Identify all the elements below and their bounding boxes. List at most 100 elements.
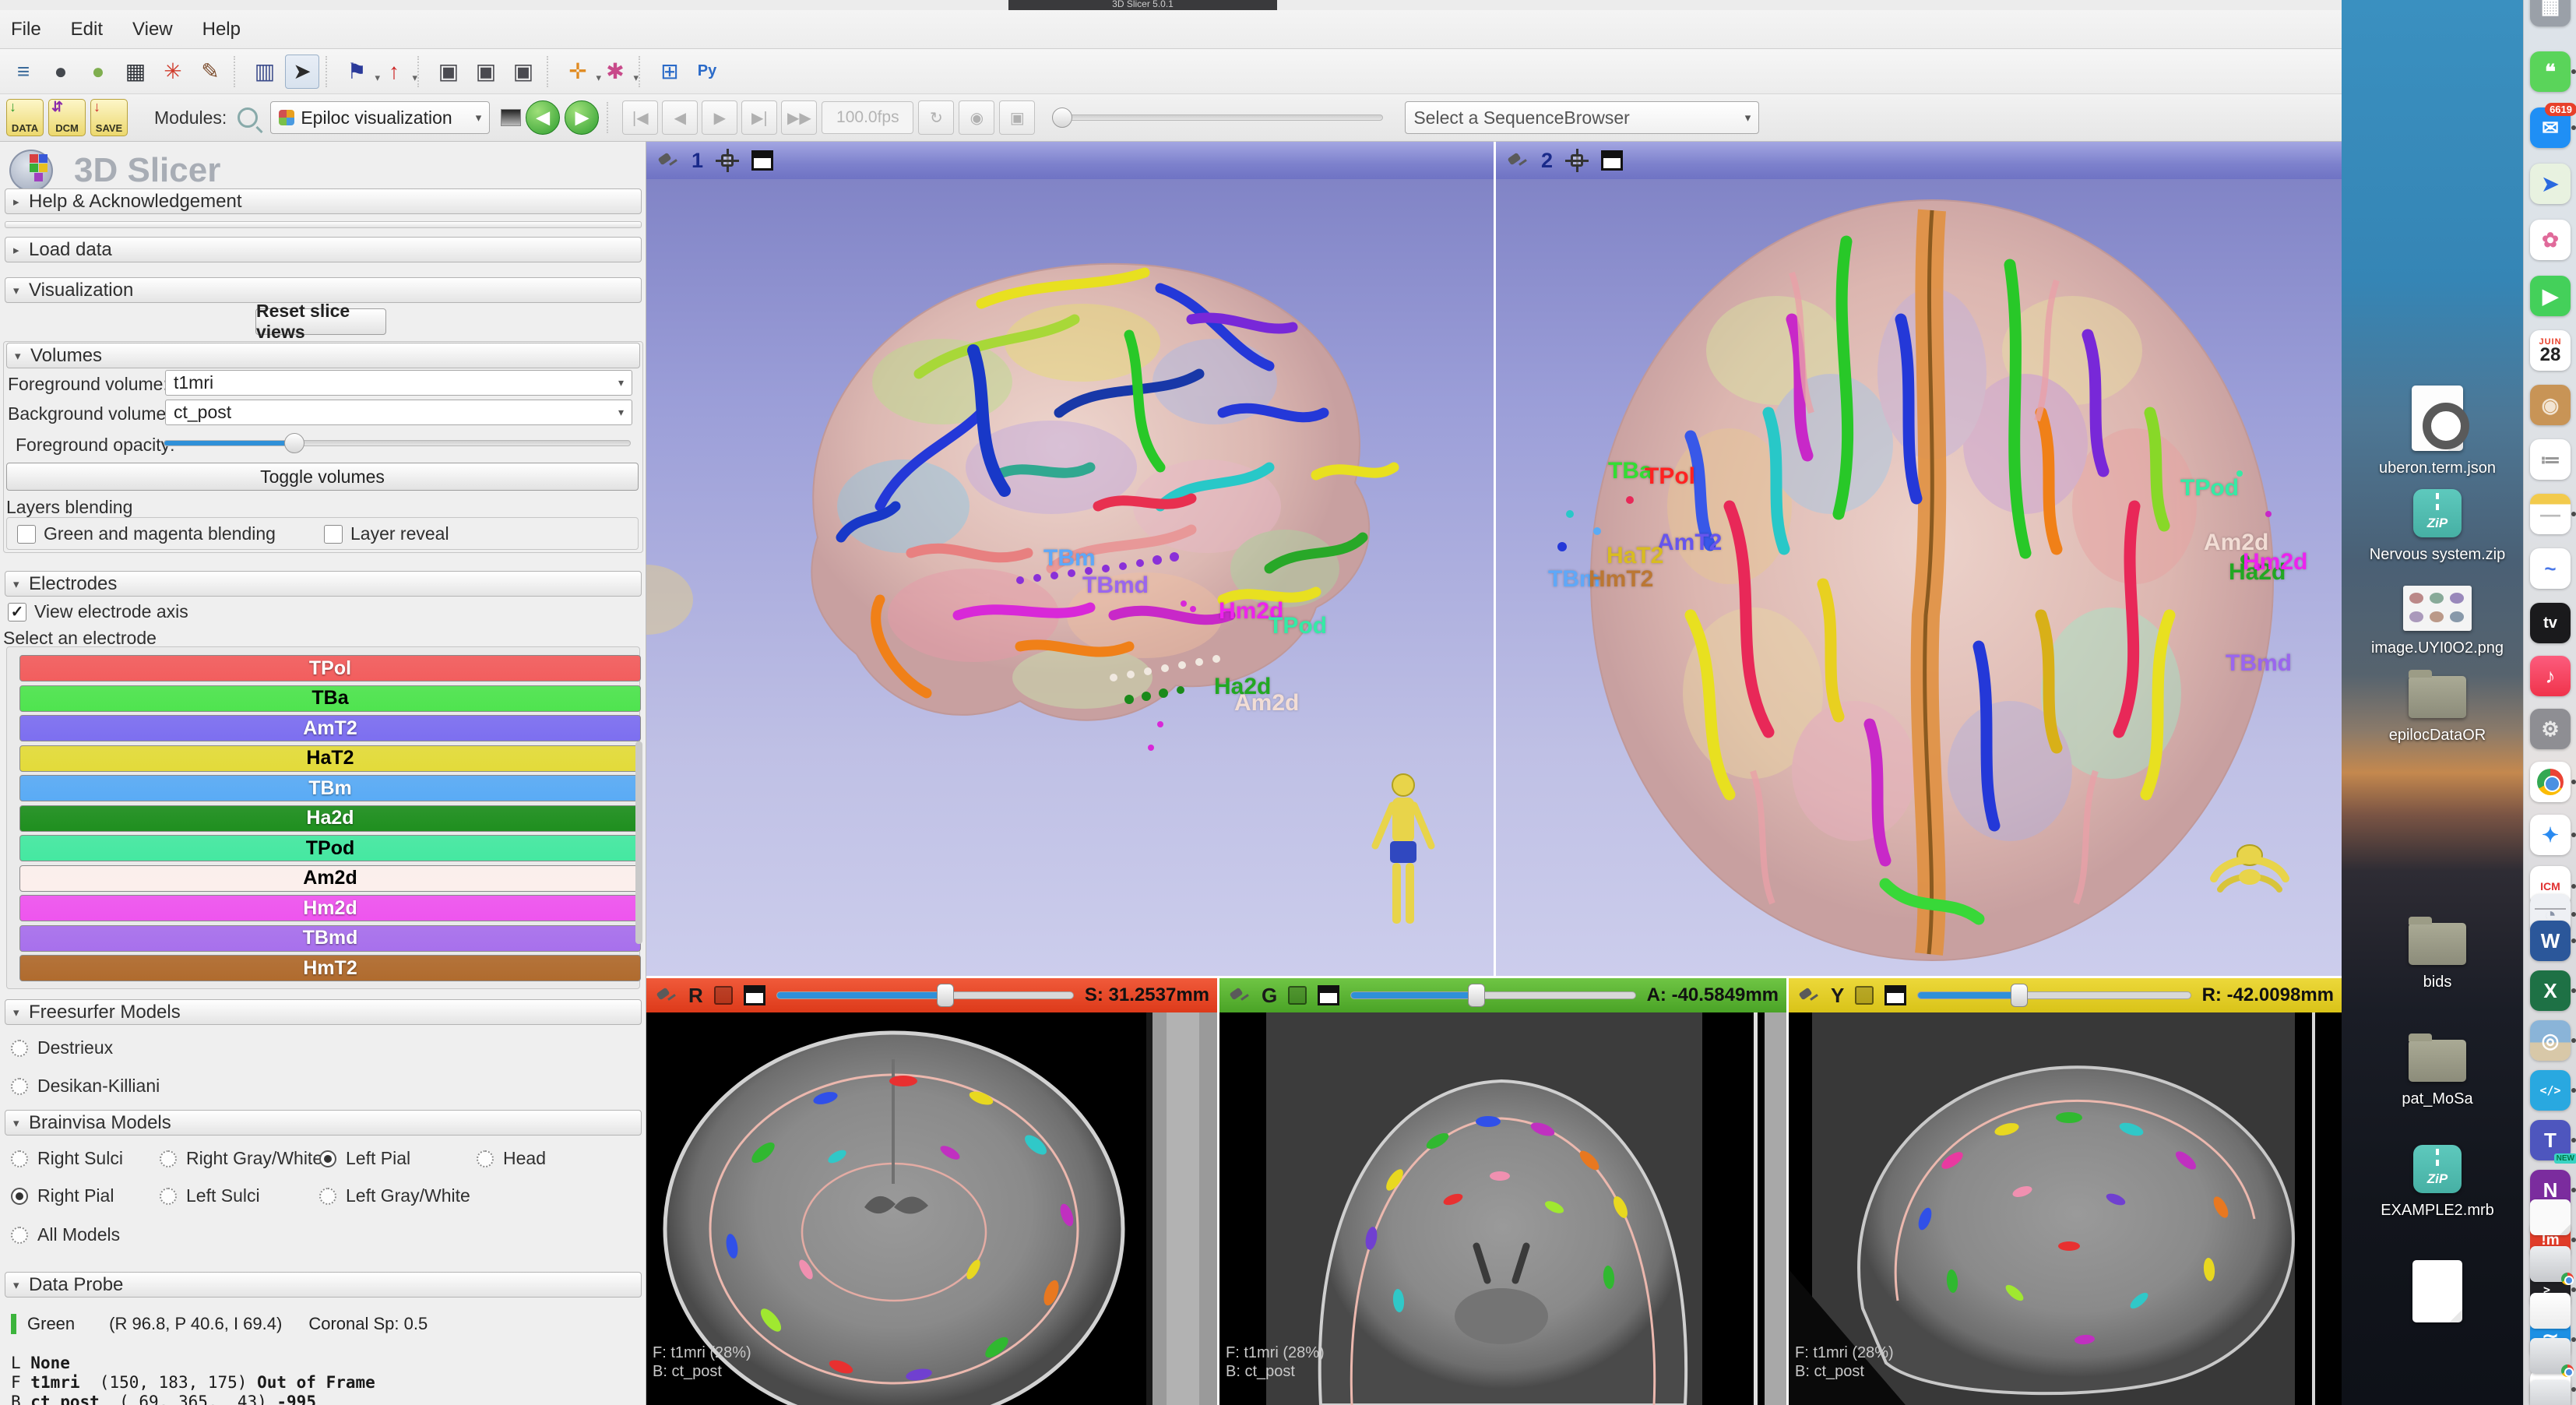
dock-safari-icon[interactable]: ✦	[2530, 815, 2571, 855]
slice-model-icon[interactable]	[1288, 986, 1307, 1005]
dock-chrome-icon[interactable]	[2530, 762, 2571, 802]
sequence-slider[interactable]	[1052, 114, 1383, 121]
module-back-button[interactable]: ◀	[526, 100, 560, 135]
dock-teams-icon[interactable]: TNEW	[2530, 1120, 2571, 1160]
electrode-button-hmt2[interactable]: HmT2	[19, 955, 641, 981]
pin-icon[interactable]	[1797, 984, 1820, 1007]
slice-offset-slider[interactable]	[776, 991, 1074, 999]
dock-notes-icon[interactable]: —	[2530, 494, 2571, 534]
yellow-slice-view[interactable]: YR: -42.0098mm F: t1mri (28%) B: ct_post	[1789, 978, 2342, 1405]
min-window-doc[interactable]	[2530, 1293, 2571, 1329]
mesh-cube-icon[interactable]: ▦	[118, 55, 153, 89]
module-search-icon[interactable]	[238, 107, 258, 128]
desktop-file-nervous-system-zip[interactable]: ZiPNervous system.zip	[2360, 489, 2515, 563]
electrode-button-amt2[interactable]: AmT2	[19, 715, 641, 741]
slider-handle[interactable]	[2011, 984, 2028, 1007]
dock-launchpad-icon[interactable]: ▦	[2530, 0, 2571, 26]
electrode-button-hat2[interactable]: HaT2	[19, 745, 641, 772]
maximize-view-icon[interactable]	[744, 985, 765, 1005]
radio-right-pial[interactable]: Right Pial	[11, 1185, 114, 1206]
desktop-file-uberon-term-json[interactable]: uberon.term.json	[2360, 386, 2515, 477]
foreground-volume-selector[interactable]: t1mri▾	[165, 370, 632, 396]
desktop-file-bids[interactable]: bids	[2360, 923, 2515, 991]
radio-left-gray-white[interactable]: Left Gray/White	[319, 1185, 470, 1206]
data-button[interactable]: ↓DATA	[6, 99, 44, 136]
section-electrodes[interactable]: ▾Electrodes	[5, 571, 642, 597]
restore-view-icon[interactable]: ▣	[506, 55, 540, 89]
crosshair-icon[interactable]	[1565, 149, 1589, 172]
module-forward-button[interactable]: ▶	[565, 100, 599, 135]
toggle-volumes-button[interactable]: Toggle volumes	[6, 463, 639, 491]
desktop-file-document[interactable]	[2360, 1260, 2515, 1326]
cursor-tool-icon[interactable]: ➤	[285, 55, 319, 89]
play-button[interactable]: ▶	[702, 100, 737, 135]
place-point-icon[interactable]: ↑▾	[377, 55, 411, 89]
module-selector[interactable]: Epiloc visualization▾	[270, 101, 490, 134]
previous-frame-button[interactable]: ◀	[662, 100, 698, 135]
dock-freeform-icon[interactable]: ~	[2530, 548, 2571, 589]
desktop-file-epilocdataor[interactable]: epilocDataOR	[2360, 676, 2515, 744]
pin-icon[interactable]	[1227, 984, 1251, 1007]
green-slice-view[interactable]: GA: -40.5849mm F: t1mri (28%) B: ct_post	[1219, 978, 1786, 1405]
section-brainvisa[interactable]: ▾Brainvisa Models	[5, 1110, 642, 1136]
dock-word-icon[interactable]: W	[2530, 921, 2571, 961]
radio-right-gray-white[interactable]: Right Gray/White	[160, 1148, 322, 1169]
section-volumes[interactable]: ▾Volumes	[6, 343, 640, 368]
crosshair-icon[interactable]	[716, 149, 739, 172]
dock-mail-icon[interactable]: ✉6619	[2530, 107, 2571, 148]
dcm-button[interactable]: ⇵DCM	[48, 99, 86, 136]
pin-icon[interactable]	[1505, 149, 1529, 172]
capture-button[interactable]: ▣	[999, 100, 1035, 135]
desktop-file-example2-mrb[interactable]: ZiPEXAMPLE2.mrb	[2360, 1145, 2515, 1219]
radio-right-sulci[interactable]: Right Sulci	[11, 1148, 123, 1169]
dock-vscode-icon[interactable]: </>	[2530, 1070, 2571, 1111]
save-button[interactable]: ↓SAVE	[90, 99, 128, 136]
slider-handle[interactable]	[1468, 984, 1485, 1007]
radio-head[interactable]: Head	[477, 1148, 546, 1169]
screenshot-icon[interactable]: ▣	[431, 55, 466, 89]
slice-offset-slider[interactable]	[1917, 991, 2191, 999]
dock-preview-icon[interactable]: ◎	[2530, 1020, 2571, 1061]
menu-help[interactable]: Help	[202, 19, 241, 40]
scene-tree-icon[interactable]: ≡	[6, 55, 40, 89]
panel-scrollbar[interactable]	[635, 741, 642, 944]
radio-left-pial[interactable]: Left Pial	[319, 1148, 410, 1169]
min-window-chrome2[interactable]	[2530, 1338, 2571, 1374]
electrode-button-tbmd[interactable]: TBmd	[19, 925, 641, 952]
electrode-button-ha2d[interactable]: Ha2d	[19, 805, 641, 832]
crosshair-icon[interactable]: ✛▾	[561, 55, 595, 89]
dock-music-icon[interactable]: ♪	[2530, 656, 2571, 696]
maximize-view-icon[interactable]	[1601, 150, 1623, 171]
dock-apple-tv-icon[interactable]: tv	[2530, 603, 2571, 643]
sequence-browser-selector[interactable]: Select a SequenceBrowser▾	[1405, 101, 1759, 134]
loop-button[interactable]: ↻	[918, 100, 954, 135]
dock-excel-icon[interactable]: X	[2530, 970, 2571, 1011]
foreground-opacity-slider[interactable]	[164, 440, 631, 446]
electrode-button-hm2d[interactable]: Hm2d	[19, 895, 641, 921]
fps-field[interactable]: 100.0fps	[822, 101, 913, 134]
record-button[interactable]: ◉	[959, 100, 994, 135]
menu-file[interactable]: File	[11, 19, 41, 40]
dock-facetime-icon[interactable]: ▶	[2530, 276, 2571, 316]
electrode-button-am2d[interactable]: Am2d	[19, 865, 641, 892]
pen-icon[interactable]: ✎	[193, 55, 227, 89]
python-console-icon[interactable]: Py	[690, 55, 724, 89]
section-freesurfer[interactable]: ▾Freesurfer Models	[5, 999, 642, 1025]
section-data-probe[interactable]: ▾Data Probe	[5, 1272, 642, 1298]
menu-view[interactable]: View	[132, 19, 173, 40]
slice-model-icon[interactable]	[1855, 986, 1874, 1005]
radio-all-models[interactable]: All Models	[11, 1224, 120, 1245]
module-history-icon[interactable]	[501, 109, 521, 126]
scene-view-icon[interactable]: ▣	[469, 55, 503, 89]
pin-icon[interactable]	[654, 984, 677, 1007]
3d-viewport-1[interactable]: TBmTBmdHm2dTPodHa2dAm2d	[646, 179, 1494, 976]
radio-left-sulci[interactable]: Left Sulci	[160, 1185, 260, 1206]
extension-manager-icon[interactable]: ⊞	[653, 55, 687, 89]
dark-globe-icon[interactable]: ●	[44, 55, 78, 89]
dock-reminders-icon[interactable]: ≔	[2530, 439, 2571, 480]
desktop-file-image-uyi0o2-png[interactable]: image.UYI0O2.png	[2360, 586, 2515, 657]
electrode-button-tbm[interactable]: TBm	[19, 775, 641, 801]
dock-contacts-icon[interactable]: ◉	[2530, 385, 2571, 425]
slice-model-icon[interactable]	[714, 986, 733, 1005]
slice-offset-slider[interactable]	[1350, 991, 1635, 999]
